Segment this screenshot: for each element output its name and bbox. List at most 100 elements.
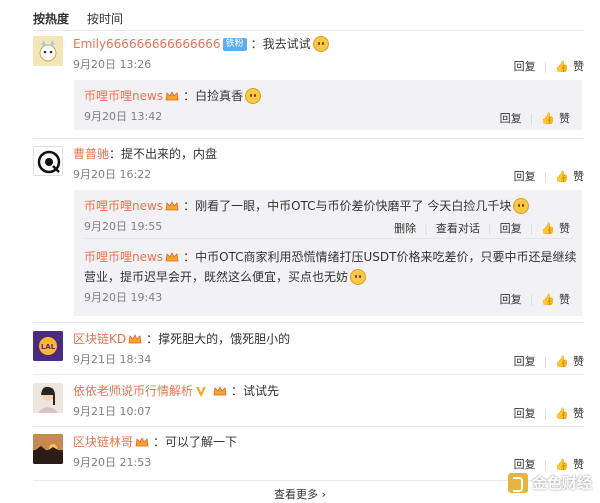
like-button[interactable]: 👍 赞 (555, 405, 584, 421)
timestamp: 9月20日 19:55 (84, 220, 163, 233)
sort-bar: 按热度 按时间 (33, 9, 123, 27)
timestamp: 9月21日 18:34 (73, 353, 152, 366)
username-link[interactable]: 币哩币哩news (84, 249, 163, 265)
divider (84, 238, 572, 239)
like-button[interactable]: 👍 赞 (555, 353, 584, 369)
like-button[interactable]: 👍 赞 (541, 110, 570, 126)
vip-crown-icon (128, 333, 142, 346)
comment-text: ：试试先 (231, 384, 280, 398)
reply-text: ：刚看了一眼，中币OTC与币价差价快磨平了 今天白捡几千块 (183, 199, 512, 213)
reply-button[interactable]: 回复 (514, 353, 536, 369)
like-label: 赞 (573, 407, 584, 420)
comment-text: ：可以了解一下 (153, 435, 238, 449)
like-label: 赞 (573, 60, 584, 73)
username-link[interactable]: 区块链林哥 (73, 434, 133, 450)
divider (33, 426, 584, 427)
separator: | (543, 59, 548, 73)
like-button[interactable]: 👍 赞 (541, 220, 570, 236)
separator: | (529, 221, 534, 235)
separator: | (543, 354, 548, 368)
reply-button[interactable]: 回复 (500, 291, 522, 307)
timestamp: 9月20日 19:43 (84, 291, 163, 304)
vip-crown-icon (165, 251, 179, 264)
iron-fan-badge: 铁粉 (222, 37, 247, 51)
doge-emoji-icon (312, 36, 329, 52)
like-label: 赞 (559, 112, 570, 125)
username-link[interactable]: 币哩币哩news (84, 88, 163, 104)
separator: | (543, 169, 548, 183)
divider (33, 322, 584, 323)
divider (33, 374, 584, 375)
timestamp: 9月20日 21:53 (73, 456, 152, 469)
thumb-up-icon: 👍 (555, 406, 569, 420)
separator: | (543, 457, 548, 471)
avatar[interactable] (33, 36, 63, 66)
logo-avatar-icon (37, 150, 61, 174)
watermark: 金色财经 (507, 472, 592, 493)
username-link[interactable]: 依依老师说币行情解析 (73, 383, 193, 399)
thumb-up-icon: 👍 (541, 292, 555, 306)
like-button[interactable]: 👍 赞 (555, 456, 584, 472)
jinse-logo-icon (507, 472, 528, 493)
vip-crown-icon (165, 90, 179, 103)
like-button[interactable]: 👍 赞 (541, 291, 570, 307)
divider (33, 138, 584, 139)
verified-v-icon (195, 385, 207, 398)
avatar[interactable] (33, 383, 63, 413)
svg-text:LAL: LAL (41, 343, 56, 351)
like-label: 赞 (573, 458, 584, 471)
timestamp: 9月20日 16:22 (73, 168, 152, 181)
vip-crown-icon (213, 385, 227, 398)
reply-button[interactable]: 回复 (500, 220, 522, 236)
separator: | (543, 406, 548, 420)
comment-text: ：提不出来的，内盘 (109, 147, 218, 161)
smile-emoji-icon (350, 269, 367, 285)
like-button[interactable]: 👍 赞 (555, 58, 584, 74)
reply-text-continued: 营业，提币迟早会开，既然这么便宜，买点也无妨 (84, 270, 349, 284)
sort-by-hot-tab[interactable]: 按热度 (33, 10, 69, 27)
divider (33, 480, 584, 481)
divider (33, 30, 584, 31)
thumb-up-icon: 👍 (541, 221, 555, 235)
reply-button[interactable]: 回复 (514, 456, 536, 472)
username-link[interactable]: 曹普驰 (73, 146, 109, 162)
reply-text: ：白捡真香 (183, 89, 244, 103)
thumb-up-icon: 👍 (541, 111, 555, 125)
username-link[interactable]: Emily666666666666666 (73, 36, 221, 52)
like-label: 赞 (573, 170, 584, 183)
like-label: 赞 (559, 293, 570, 306)
thumb-up-icon: 👍 (555, 59, 569, 73)
avatar[interactable] (33, 146, 63, 176)
thumb-up-icon: 👍 (555, 457, 569, 471)
timestamp: 9月21日 10:07 (73, 405, 152, 418)
reply-button[interactable]: 回复 (514, 168, 536, 184)
comment-text: ：我去试试 (250, 37, 311, 51)
avatar[interactable]: LAL (33, 331, 63, 361)
username-link[interactable]: 币哩币哩news (84, 198, 163, 214)
cartoon-avatar-icon (33, 36, 63, 66)
like-label: 赞 (573, 355, 584, 368)
separator: | (529, 111, 534, 125)
vip-crown-icon (135, 436, 149, 449)
reply-button[interactable]: 回复 (500, 110, 522, 126)
view-thread-button[interactable]: 查看对话 (436, 220, 480, 236)
username-link[interactable]: 区块链KD (73, 331, 126, 347)
reply-button[interactable]: 回复 (514, 405, 536, 421)
reply-button[interactable]: 回复 (514, 58, 536, 74)
vip-crown-icon (165, 200, 179, 213)
lakers-logo-icon: LAL (33, 331, 63, 361)
sunset-photo-icon (33, 434, 63, 464)
reply-text: ：中币OTC商家利用恐慌情绪打压USDT价格来吃差价，只要中币还是继续 (183, 250, 577, 264)
avatar[interactable] (33, 434, 63, 464)
smile-emoji-icon (513, 198, 530, 214)
person-photo-icon (33, 383, 63, 413)
watermark-text: 金色财经 (531, 474, 592, 492)
separator: | (424, 221, 428, 235)
sort-by-time-tab[interactable]: 按时间 (87, 10, 123, 27)
separator: | (529, 292, 534, 306)
like-button[interactable]: 👍 赞 (555, 168, 584, 184)
delete-button[interactable]: 删除 (394, 220, 416, 236)
reply-box: 币哩币哩news ：刚看了一眼，中币OTC与币价差价快磨平了 今天白捡几千块 9… (74, 190, 582, 316)
reply-box: 币哩币哩news ：白捡真香 9月20日 13:42 回复 | 👍 赞 (74, 80, 582, 130)
timestamp: 9月20日 13:26 (73, 58, 152, 71)
